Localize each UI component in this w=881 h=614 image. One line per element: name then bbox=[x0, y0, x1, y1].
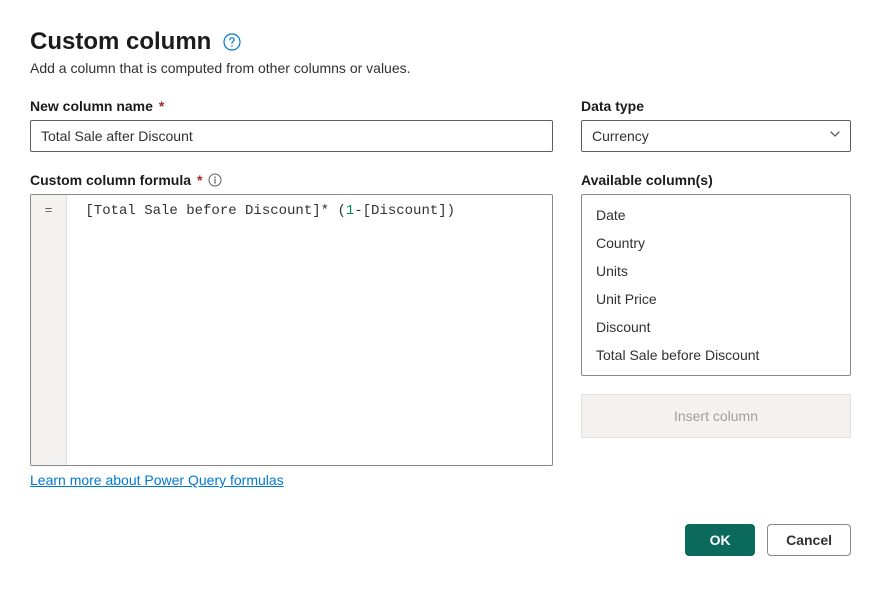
list-item[interactable]: Country bbox=[582, 229, 850, 257]
list-item[interactable]: Units bbox=[582, 257, 850, 285]
formula-editor[interactable]: = [Total Sale before Discount]* (1-[Disc… bbox=[30, 194, 553, 466]
ok-button[interactable]: OK bbox=[685, 524, 755, 556]
column-name-input[interactable] bbox=[30, 120, 553, 152]
cancel-button[interactable]: Cancel bbox=[767, 524, 851, 556]
help-icon[interactable] bbox=[223, 33, 241, 51]
data-type-select[interactable]: Currency bbox=[581, 120, 851, 152]
formula-gutter: = bbox=[31, 195, 67, 465]
learn-more-link[interactable]: Learn more about Power Query formulas bbox=[30, 472, 284, 488]
list-item[interactable]: Date bbox=[582, 201, 850, 229]
info-icon[interactable] bbox=[208, 173, 222, 187]
dialog-title: Custom column bbox=[30, 28, 211, 56]
column-name-label: New column name * bbox=[30, 98, 553, 114]
dialog-subtitle: Add a column that is computed from other… bbox=[30, 60, 851, 76]
data-type-label: Data type bbox=[581, 98, 851, 114]
formula-content[interactable]: [Total Sale before Discount]* (1-[Discou… bbox=[67, 195, 552, 465]
available-columns-list: Date Country Units Unit Price Discount T… bbox=[581, 194, 851, 376]
insert-column-button: Insert column bbox=[581, 394, 851, 438]
list-item[interactable]: Discount bbox=[582, 313, 850, 341]
formula-label: Custom column formula * bbox=[30, 172, 553, 188]
required-indicator: * bbox=[197, 172, 202, 188]
required-indicator: * bbox=[159, 98, 164, 114]
list-item[interactable]: Unit Price bbox=[582, 285, 850, 313]
available-columns-label: Available column(s) bbox=[581, 172, 851, 188]
list-item[interactable]: Total Sale before Discount bbox=[582, 341, 850, 369]
